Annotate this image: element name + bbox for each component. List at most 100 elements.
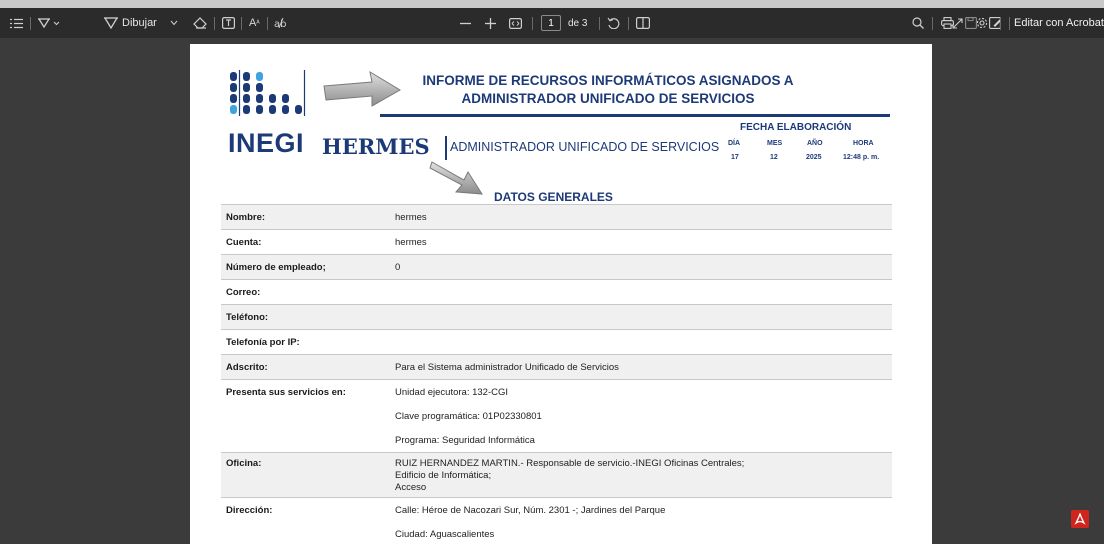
field-label: Correo: xyxy=(226,287,261,298)
table-row: Adscrito: Para el Sistema administrador U… xyxy=(221,354,892,379)
search-icon[interactable] xyxy=(912,8,924,38)
date-heading: FECHA ELABORACIÓN xyxy=(740,122,852,133)
date-value-month: 12 xyxy=(770,154,778,161)
field-value: Acceso xyxy=(395,482,427,493)
date-header-month: MES xyxy=(767,140,783,147)
text-box-icon[interactable] xyxy=(222,8,235,38)
fit-page-icon[interactable] xyxy=(509,8,522,38)
field-label: Dirección: xyxy=(226,505,273,516)
screen-edge xyxy=(0,0,1104,8)
field-values: hermes xyxy=(395,205,892,229)
toolbar-separator xyxy=(532,17,533,30)
expand-icon[interactable] xyxy=(952,8,963,38)
field-value: Edificio de Informática; xyxy=(395,470,492,481)
field-value: RUIZ HERNANDEZ MARTIN.- Responsable de s… xyxy=(395,458,745,469)
field-values xyxy=(395,305,892,329)
field-value xyxy=(395,330,892,354)
zoom-out-icon[interactable] xyxy=(460,8,471,38)
arrow-icon xyxy=(429,161,483,195)
contents-icon[interactable] xyxy=(10,8,23,38)
field-values xyxy=(395,330,892,354)
field-value: Unidad ejecutora: 132-CGI xyxy=(395,387,509,398)
eraser-icon[interactable] xyxy=(193,8,207,38)
document-viewer[interactable]: INEGI INFORME DE RECURSOS INFORMÁTICOS A… xyxy=(0,38,1104,544)
field-value: hermes xyxy=(395,237,427,248)
table-row: Correo: xyxy=(221,279,892,304)
table-row: Telefonía por IP: xyxy=(221,329,892,354)
section-title: DATOS GENERALES xyxy=(494,190,613,204)
inegi-logo-icon xyxy=(230,70,306,116)
field-values: Calle: Héroe de Nacozari Sur, Núm. 2301 … xyxy=(395,498,892,544)
table-row: Nombre: hermes xyxy=(221,204,892,229)
field-value xyxy=(395,280,892,304)
toolbar-separator xyxy=(267,17,268,30)
field-label: Presenta sus servicios en: xyxy=(226,387,346,398)
date-header-day: DÍA xyxy=(728,140,741,147)
date-header-time: HORA xyxy=(853,140,874,147)
field-label: Teléfono: xyxy=(226,312,269,323)
table-row: Cuenta: hermes xyxy=(221,229,892,254)
field-value: hermes xyxy=(395,212,427,223)
hermes-logo-text: HERMES xyxy=(322,134,430,159)
field-label: Oficina: xyxy=(226,458,262,469)
table-row: Oficina: RUIZ HERNANDEZ MARTIN.- Responsa… xyxy=(221,452,892,497)
field-values xyxy=(395,280,892,304)
pdf-toolbar: Dibujar Aᴬ ab 1 de 3 xyxy=(0,8,1104,38)
field-values: 0 xyxy=(395,255,892,279)
page-view-icon[interactable] xyxy=(636,8,650,38)
read-aloud-icon[interactable]: Aᴬ xyxy=(249,8,260,38)
field-value: Ciudad: Aguascalientes xyxy=(395,529,495,540)
report-title-line: INFORME DE RECURSOS INFORMÁTICOS ASIGNAD… xyxy=(422,73,794,88)
field-value: Clave programática: 01P02330801 xyxy=(395,411,542,422)
toolbar-separator xyxy=(932,17,933,30)
field-value: Programa: Seguridad Informática xyxy=(395,435,535,446)
table-row: Número de empleado; 0 xyxy=(221,254,892,279)
date-value-year: 2025 xyxy=(806,154,822,161)
toolbar-separator xyxy=(214,17,215,30)
field-values: Para el Sistema administrador Unificado … xyxy=(395,355,892,379)
edit-with-acrobat-button[interactable]: Editar con Acrobat xyxy=(1014,8,1104,38)
pdf-page: INEGI INFORME DE RECURSOS INFORMÁTICOS A… xyxy=(190,44,932,544)
toolbar-separator xyxy=(241,17,242,30)
rotate-icon[interactable] xyxy=(607,8,620,38)
field-values: RUIZ HERNANDEZ MARTIN.- Responsable de s… xyxy=(395,453,892,497)
report-title: INFORME DE RECURSOS INFORMÁTICOS ASIGNAD… xyxy=(386,72,830,108)
field-label: Cuenta: xyxy=(226,237,262,248)
field-label: Adscrito: xyxy=(226,362,268,373)
field-value: Calle: Héroe de Nacozari Sur, Núm. 2301 … xyxy=(395,505,666,516)
date-header-year: AÑO xyxy=(807,140,823,147)
general-data-table: Nombre: hermes Cuenta: hermes Número de empl… xyxy=(221,204,892,544)
toolbar-separator xyxy=(30,17,31,30)
field-values: Unidad ejecutora: 132-CGI Clave programát… xyxy=(395,380,892,452)
chevron-down-icon[interactable] xyxy=(170,8,178,38)
date-value-day: 17 xyxy=(731,154,739,161)
toolbar-separator xyxy=(1009,17,1010,30)
field-value: 0 xyxy=(395,262,401,273)
toolbar-separator xyxy=(628,17,629,30)
zoom-in-icon[interactable] xyxy=(485,8,496,38)
save-as-icon[interactable] xyxy=(989,8,1002,38)
table-row: Teléfono: xyxy=(221,304,892,329)
draw-icon[interactable] xyxy=(104,8,118,38)
field-value xyxy=(395,305,892,329)
field-label: Nombre: xyxy=(226,212,266,223)
field-label: Número de empleado; xyxy=(226,262,326,273)
report-title-line: ADMINISTRADOR UNIFICADO DE SERVICIOS xyxy=(461,91,755,106)
system-subtitle: ADMINISTRADOR UNIFICADO DE SERVICIOS xyxy=(450,140,720,154)
table-row: Presenta sus servicios en: Unidad ejecuto… xyxy=(221,379,892,452)
gear-icon[interactable] xyxy=(976,8,988,38)
pdf-icon[interactable] xyxy=(1071,510,1089,528)
title-divider xyxy=(380,114,890,117)
page-total: de 3 xyxy=(568,17,588,29)
highlight-icon[interactable] xyxy=(38,8,60,38)
page-number-input[interactable]: 1 xyxy=(541,15,561,31)
translate-icon[interactable]: ab xyxy=(274,8,288,38)
toolbar-separator xyxy=(599,17,600,30)
field-value: Para el Sistema administrador Unificado … xyxy=(395,362,619,373)
inegi-logo-text: INEGI xyxy=(228,128,305,158)
subtitle-divider xyxy=(445,136,447,160)
field-label: Telefonía por IP: xyxy=(226,337,300,348)
date-value-time: 12:48 p. m. xyxy=(843,154,880,161)
draw-button[interactable]: Dibujar xyxy=(122,8,157,38)
table-row: Dirección: Calle: Héroe de Nacozari Sur, … xyxy=(221,497,892,544)
